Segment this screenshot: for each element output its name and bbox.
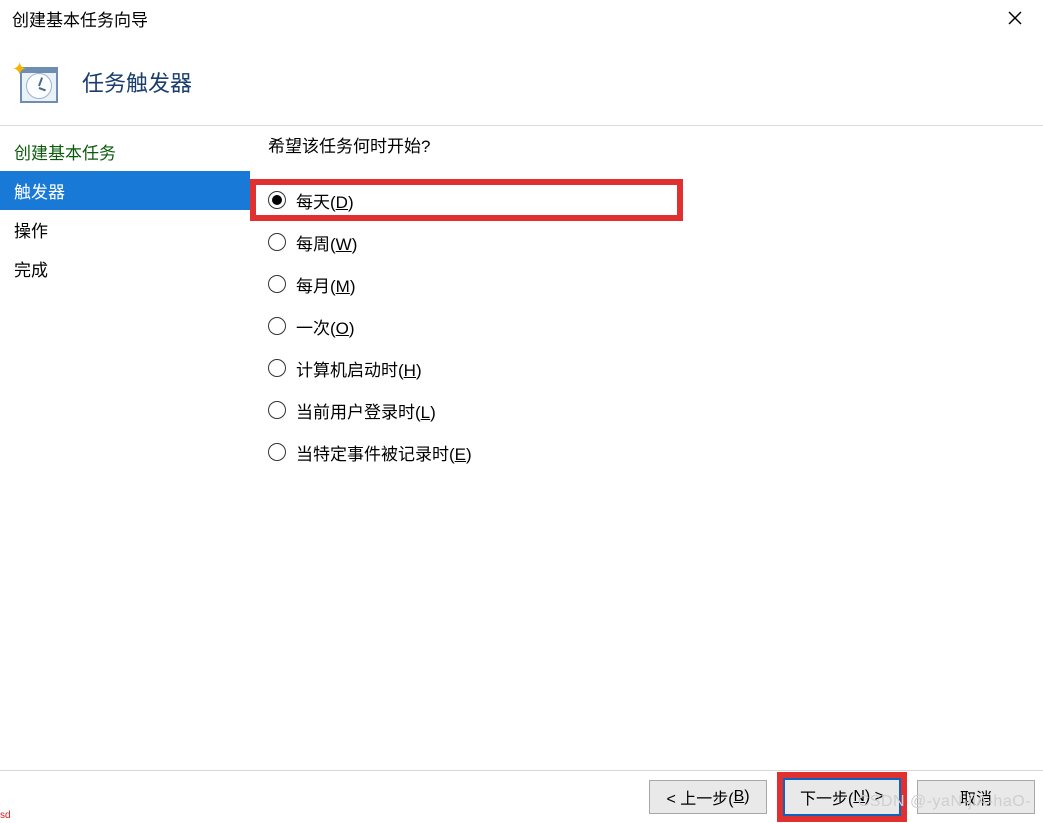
trigger-option-d[interactable]: 每天(D) xyxy=(250,179,683,221)
trigger-option-o[interactable]: 一次(O) xyxy=(268,305,1043,347)
wizard-steps-sidebar: 创建基本任务触发器操作完成 xyxy=(0,126,250,770)
radio-label: 当特定事件被记录时(E) xyxy=(296,440,472,465)
trigger-option-m[interactable]: 每月(M) xyxy=(268,263,1043,305)
close-icon xyxy=(1008,11,1022,25)
radio-icon xyxy=(268,317,286,335)
window-title: 创建基本任务向导 xyxy=(12,6,148,31)
next-button-suffix: ) > xyxy=(865,788,884,806)
trigger-option-w[interactable]: 每周(W) xyxy=(268,221,1043,263)
radio-icon xyxy=(268,191,286,209)
sidebar-step-0[interactable]: 创建基本任务 xyxy=(0,132,250,171)
trigger-radio-group: 每天(D) 每周(W) 每月(M) 一次(O) 计算机启动时(H) 当前用户登录时(L) 当… xyxy=(250,179,1043,473)
task-scheduler-icon: ✦ xyxy=(14,61,58,103)
next-button[interactable]: 下一步(N) > xyxy=(783,778,901,816)
next-button-highlight: 下一步(N) > xyxy=(777,772,907,822)
page-heading: 任务触发器 xyxy=(82,66,192,98)
close-button[interactable] xyxy=(997,4,1033,32)
sidebar-step-3[interactable]: 完成 xyxy=(0,249,250,288)
corner-mark: sd xyxy=(0,810,11,821)
radio-label: 每天(D) xyxy=(296,188,354,213)
radio-icon xyxy=(268,359,286,377)
radio-icon xyxy=(268,275,286,293)
wizard-footer: < 上一步(B) 下一步(N) > 取消 xyxy=(0,770,1043,823)
wizard-body: 创建基本任务触发器操作完成 希望该任务何时开始? 每天(D) 每周(W) 每月(M)… xyxy=(0,126,1043,770)
back-button[interactable]: < 上一步(B) xyxy=(649,780,767,814)
wizard-content: 希望该任务何时开始? 每天(D) 每周(W) 每月(M) 一次(O) 计算机启动时(H)… xyxy=(250,126,1043,770)
radio-icon xyxy=(268,443,286,461)
trigger-option-e[interactable]: 当特定事件被记录时(E) xyxy=(268,431,1043,473)
wizard-header: ✦ 任务触发器 xyxy=(0,38,1043,126)
radio-label: 一次(O) xyxy=(296,314,355,339)
next-button-prefix: 下一步( xyxy=(800,785,853,809)
radio-icon xyxy=(268,401,286,419)
radio-icon xyxy=(268,233,286,251)
sidebar-step-2[interactable]: 操作 xyxy=(0,210,250,249)
back-button-accel: B xyxy=(734,788,745,806)
cancel-button-label: 取消 xyxy=(960,785,992,809)
radio-label: 每月(M) xyxy=(296,272,356,297)
radio-label: 计算机启动时(H) xyxy=(296,356,422,381)
sidebar-step-1[interactable]: 触发器 xyxy=(0,171,250,210)
back-button-prefix: < 上一步( xyxy=(666,785,733,809)
trigger-option-l[interactable]: 当前用户登录时(L) xyxy=(268,389,1043,431)
next-button-accel: N xyxy=(853,788,865,806)
trigger-prompt: 希望该任务何时开始? xyxy=(250,132,1043,157)
cancel-button[interactable]: 取消 xyxy=(917,780,1035,814)
back-button-suffix: ) xyxy=(744,788,749,806)
titlebar: 创建基本任务向导 xyxy=(0,0,1043,38)
trigger-option-h[interactable]: 计算机启动时(H) xyxy=(268,347,1043,389)
radio-label: 当前用户登录时(L) xyxy=(296,398,436,423)
radio-label: 每周(W) xyxy=(296,230,357,255)
